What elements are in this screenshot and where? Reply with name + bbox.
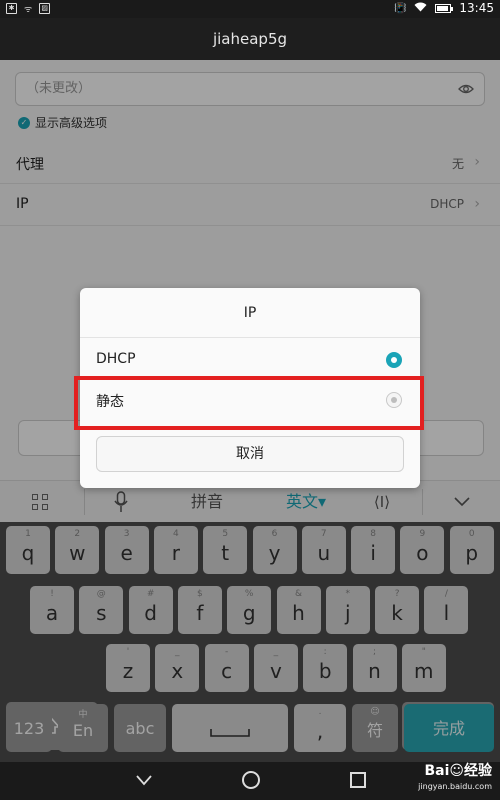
- vibrate-icon: 📳: [393, 2, 407, 14]
- usb-debug-icon: ✱: [6, 3, 17, 14]
- image-notification-icon: ▨: [39, 3, 51, 14]
- dialog-title: IP: [80, 288, 420, 338]
- watermark-brand: Bai☺经验: [424, 763, 492, 779]
- wifi-icon: [414, 1, 427, 15]
- status-time: 13:45: [459, 1, 494, 15]
- dhcp-option-label: DHCP: [96, 351, 136, 367]
- watermark: Bai☺经验 jingyan.baidu.com: [418, 763, 492, 795]
- dhcp-option[interactable]: DHCP: [80, 340, 420, 380]
- radio-selected-icon[interactable]: [386, 352, 402, 368]
- wifi-status-icon: ᯤ: [24, 5, 33, 15]
- network-title: jiaheap5g: [0, 18, 500, 60]
- back-icon[interactable]: [136, 772, 152, 788]
- highlight-box: [74, 376, 424, 430]
- watermark-url: jingyan.baidu.com: [418, 782, 492, 791]
- navigation-bar: Bai☺经验 jingyan.baidu.com: [0, 762, 500, 800]
- cancel-button[interactable]: 取消: [96, 436, 404, 472]
- recent-apps-icon[interactable]: [350, 772, 366, 788]
- home-icon[interactable]: [242, 771, 260, 789]
- status-bar: ✱ ᯤ ▨ 📳 13:45: [0, 0, 500, 18]
- battery-icon: [435, 3, 454, 13]
